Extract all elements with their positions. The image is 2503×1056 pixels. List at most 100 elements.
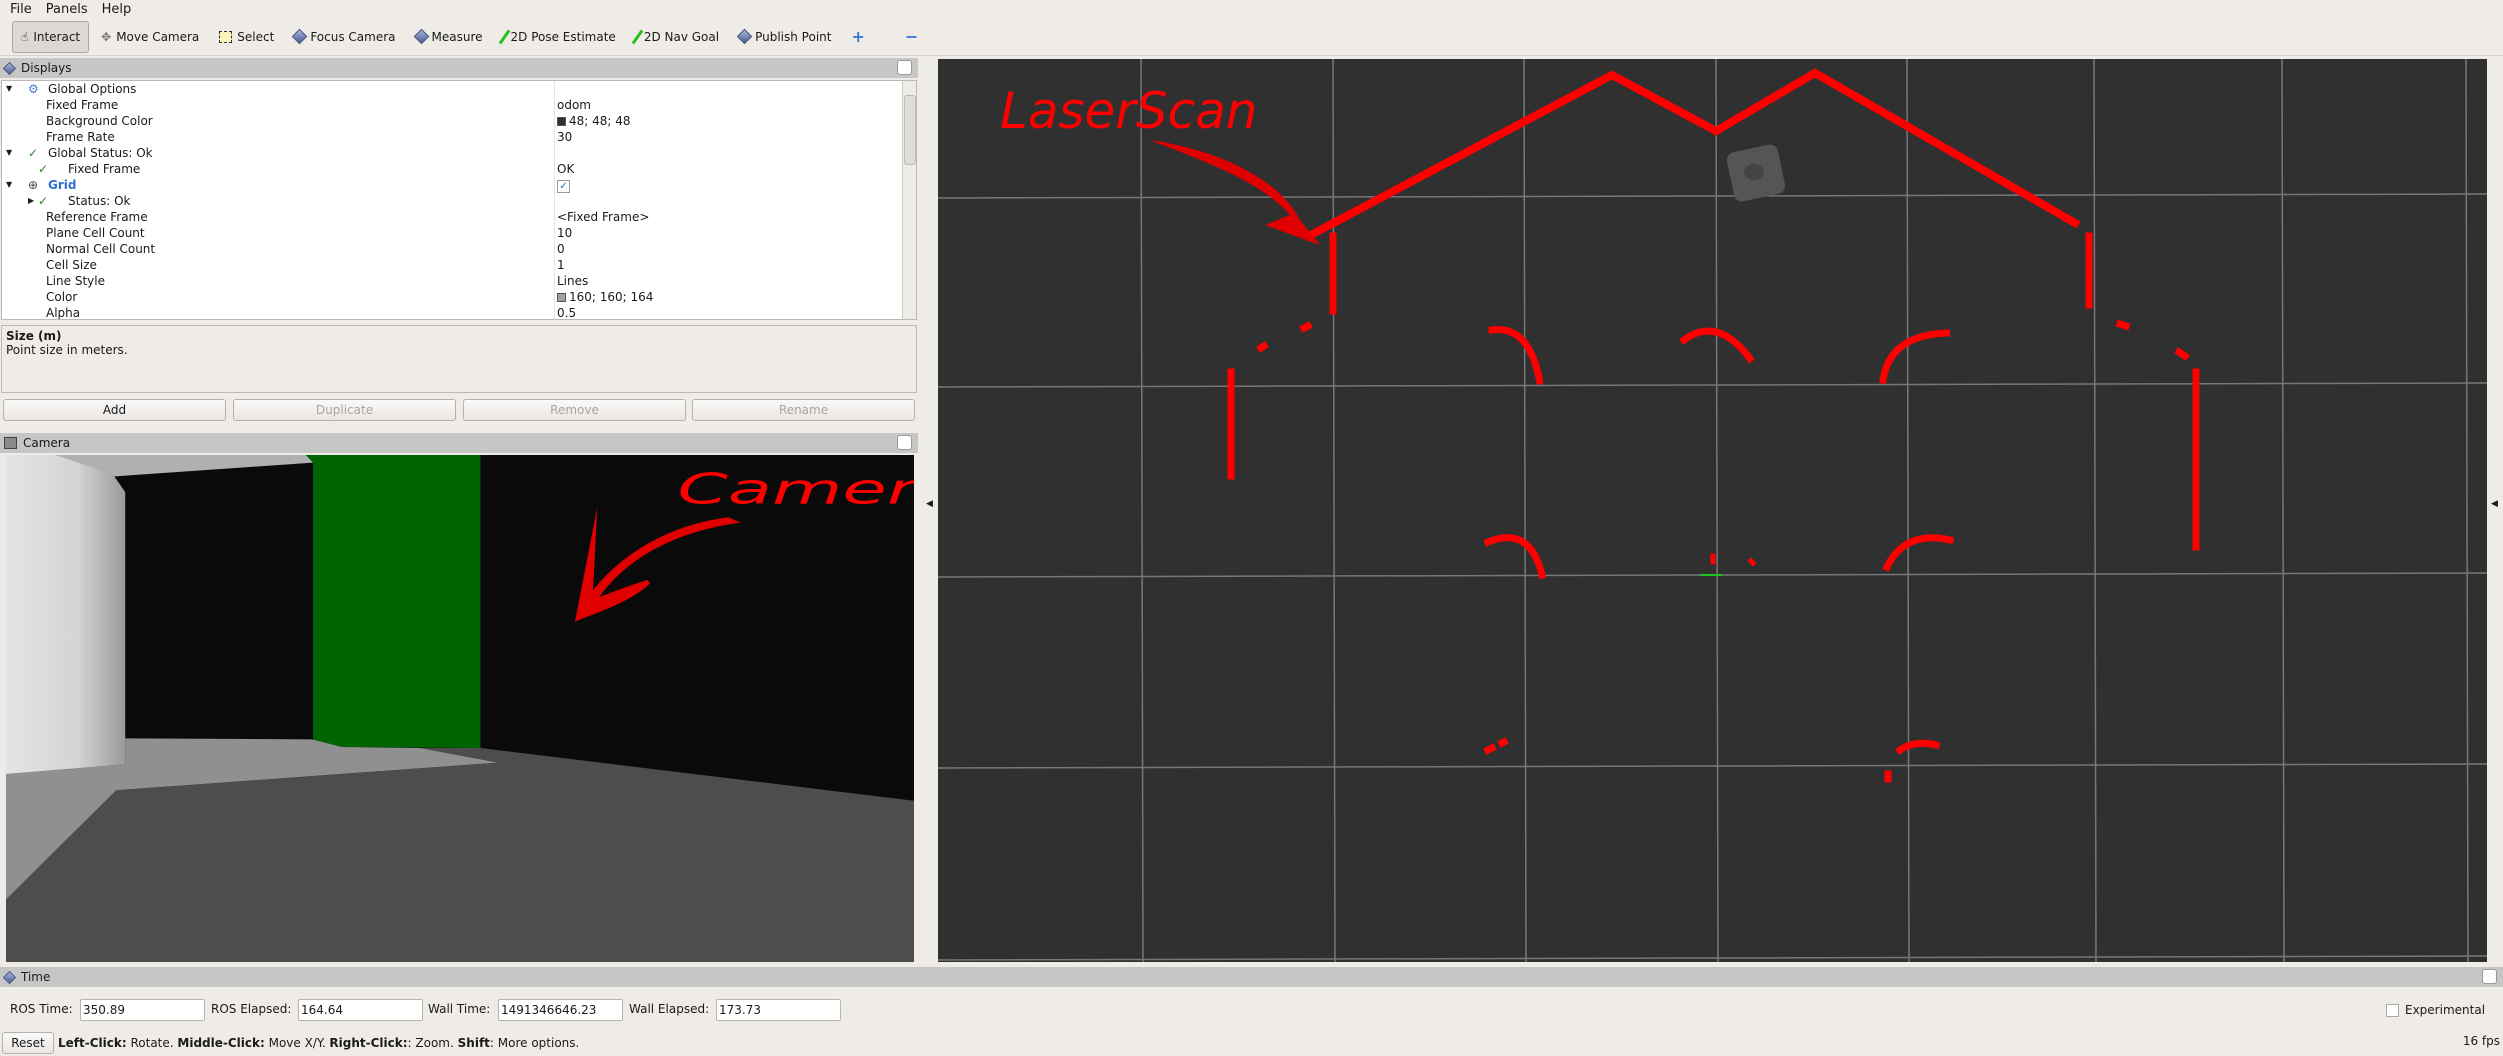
wall-elapsed-field[interactable]: 173.73 — [716, 999, 841, 1021]
float-panel-button[interactable] — [897, 60, 912, 75]
ros-elapsed-field[interactable]: 164.64 — [298, 999, 423, 1021]
pose-estimate-tool-button[interactable]: 2D Pose Estimate — [495, 21, 624, 53]
wall-time-label: Wall Time: — [428, 1002, 491, 1016]
float-panel-button[interactable] — [2482, 969, 2497, 984]
hint-key: Right-Click: — [329, 1036, 408, 1050]
robot-model — [1726, 144, 1786, 202]
duplicate-button[interactable]: Duplicate — [233, 399, 456, 421]
scrollbar-thumb[interactable] — [904, 95, 916, 165]
property-name: Status: Ok — [68, 194, 131, 208]
tree-row[interactable]: Alpha 0.5 — [2, 305, 902, 320]
plus-icon: + — [851, 27, 865, 46]
experimental-toggle[interactable]: Experimental — [2386, 1003, 2485, 1017]
property-value[interactable]: Lines — [557, 273, 588, 289]
hint-text: Rotate. — [126, 1036, 178, 1050]
property-value[interactable]: odom — [557, 97, 591, 113]
check-icon: ✓ — [28, 146, 39, 160]
property-value[interactable]: 30 — [557, 129, 572, 145]
reset-button[interactable]: Reset — [2, 1032, 54, 1054]
tool-label: Publish Point — [755, 29, 832, 44]
check-icon: ✓ — [38, 162, 49, 176]
publish-point-tool-button[interactable]: Publish Point — [731, 21, 839, 53]
diamond-icon — [413, 28, 429, 45]
tree-row[interactable]: ✓ Fixed Frame OK — [2, 161, 902, 177]
tree-row[interactable]: Cell Size 1 — [2, 257, 902, 273]
expand-arrow-icon[interactable]: ▼ — [6, 81, 12, 97]
cylinder-pillar — [6, 455, 126, 775]
tool-label: Measure — [431, 29, 483, 44]
move-camera-tool-button[interactable]: ✥ Move Camera — [93, 21, 207, 53]
enabled-checkbox[interactable]: ✓ — [557, 177, 570, 193]
tree-row[interactable]: ▼ ⊕ Grid ✓ — [2, 177, 902, 193]
nav-goal-tool-button[interactable]: 2D Nav Goal — [628, 21, 727, 53]
expand-arrow-icon[interactable]: ▼ — [6, 177, 12, 193]
remove-tool-button[interactable]: − — [897, 21, 926, 53]
property-value[interactable]: 0.5 — [557, 305, 577, 320]
property-value[interactable]: <Fixed Frame> — [557, 209, 649, 225]
focus-camera-tool-button[interactable]: Focus Camera — [286, 21, 403, 53]
value-text: 0.5 — [557, 306, 577, 320]
menu-panels[interactable]: Panels — [46, 2, 88, 17]
property-value[interactable]: 10 — [557, 225, 572, 241]
displays-panel-header: Displays — [0, 58, 918, 78]
displays-tree: ▼ ⚙ Global Options Fixed Frame odom Backgroun… — [1, 80, 917, 320]
move-camera-icon: ✥ — [101, 29, 112, 44]
tree-row[interactable]: Fixed Frame odom — [2, 97, 902, 113]
menu-bar: File Panels Help — [0, 0, 2503, 18]
float-panel-button[interactable] — [897, 435, 912, 450]
property-value[interactable]: 48; 48; 48 — [557, 113, 631, 129]
select-tool-button[interactable]: Select — [211, 21, 282, 53]
property-value[interactable]: 0 — [557, 241, 565, 257]
expand-arrow-icon[interactable]: ▶ — [28, 193, 34, 209]
property-name: Frame Rate — [46, 130, 115, 144]
wall-elapsed-label: Wall Elapsed: — [629, 1002, 710, 1016]
measure-tool-button[interactable]: Measure — [408, 21, 491, 53]
hint-text: Move X/Y. — [264, 1036, 330, 1050]
panel-title: Camera — [23, 436, 71, 450]
tree-row[interactable]: Color 160; 160; 164 — [2, 289, 902, 305]
property-name: Global Options — [48, 82, 137, 96]
tree-scrollbar[interactable] — [902, 81, 916, 319]
remove-button[interactable]: Remove — [463, 399, 686, 421]
property-name: Reference Frame — [46, 210, 148, 224]
tree-row[interactable]: Background Color 48; 48; 48 — [2, 113, 902, 129]
minus-icon: − — [904, 27, 919, 46]
tool-label: Move Camera — [116, 29, 200, 44]
add-button[interactable]: Add — [3, 399, 226, 421]
property-value[interactable]: OK — [557, 161, 574, 177]
laserscan-annotation: LaserScan — [1000, 82, 1257, 140]
property-name: Alpha — [46, 306, 81, 320]
tree-row[interactable]: Frame Rate 30 — [2, 129, 902, 145]
panel-title: Time — [21, 970, 51, 984]
menu-file[interactable]: File — [10, 2, 32, 17]
tree-row[interactable]: ▼ ⚙ Global Options — [2, 81, 902, 97]
value-text: ✓ — [557, 180, 570, 193]
tree-row[interactable]: ▶ ✓ Status: Ok — [2, 193, 902, 209]
expand-arrow-icon[interactable]: ▼ — [6, 145, 12, 161]
check-icon: ✓ — [38, 194, 49, 208]
collapse-left-icon[interactable]: ◀ — [926, 499, 933, 509]
tree-row[interactable]: Line Style Lines — [2, 273, 902, 289]
property-name: Plane Cell Count — [46, 226, 145, 240]
value-text: 48; 48; 48 — [569, 114, 631, 128]
tree-row[interactable]: Plane Cell Count 10 — [2, 225, 902, 241]
3d-render-view[interactable]: LaserScan — [938, 59, 2487, 962]
tree-row[interactable]: Reference Frame <Fixed Frame> — [2, 209, 902, 225]
property-name: Fixed Frame — [68, 162, 141, 176]
property-name: Global Status: Ok — [48, 146, 153, 160]
collapse-right-icon[interactable]: ◀ — [2491, 499, 2498, 509]
panel-splitter[interactable]: ◀ — [922, 59, 936, 962]
property-value[interactable]: 160; 160; 164 — [557, 289, 653, 305]
ros-time-field[interactable]: 350.89 — [80, 999, 205, 1021]
experimental-checkbox[interactable] — [2386, 1003, 2399, 1017]
tree-row[interactable]: Normal Cell Count 0 — [2, 241, 902, 257]
wall-time-field[interactable]: 1491346646.23 — [498, 999, 623, 1021]
tree-row[interactable]: ▼ ✓ Global Status: Ok — [2, 145, 902, 161]
right-dock-handle[interactable]: ◀ — [2487, 59, 2503, 962]
property-value[interactable]: 1 — [557, 257, 565, 273]
interact-tool-button[interactable]: ☝ Interact — [12, 20, 90, 53]
menu-help[interactable]: Help — [102, 2, 132, 17]
rename-button[interactable]: Rename — [692, 399, 915, 421]
value-text: Lines — [557, 274, 589, 288]
add-tool-button[interactable]: + — [843, 21, 872, 53]
